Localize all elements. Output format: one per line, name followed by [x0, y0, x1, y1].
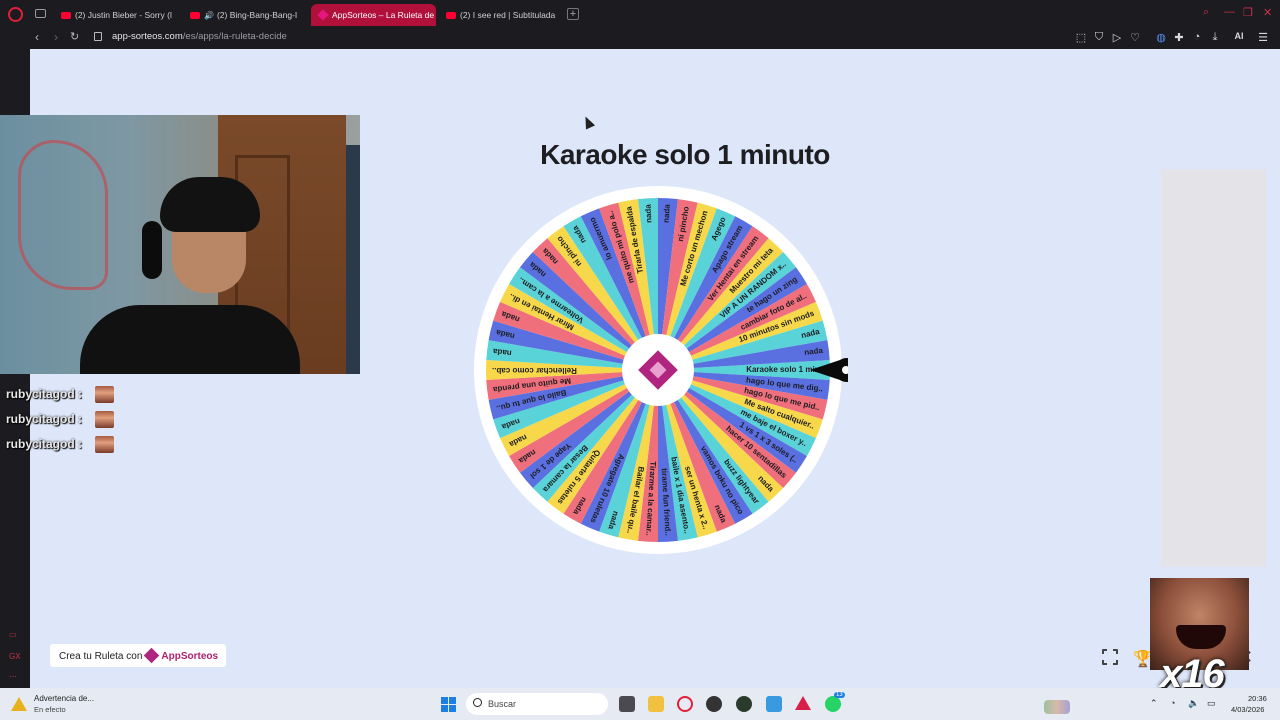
wheel-segment-label: nada — [643, 203, 653, 223]
warning-icon[interactable] — [11, 697, 27, 711]
warning-title[interactable]: Advertencia de... — [34, 694, 94, 703]
tab-label: AppSorteos – La Ruleta de — [332, 10, 435, 20]
minimize-icon[interactable]: — — [1224, 6, 1235, 18]
youtube-icon — [190, 12, 200, 19]
tab-label: (2) Bing-Bang-Bang-I — [216, 10, 298, 20]
wall-drawing — [18, 140, 108, 290]
heart-icon[interactable]: ♡ — [1128, 31, 1142, 44]
speaker-icon[interactable]: 🔊 — [204, 11, 214, 20]
notepad-icon[interactable] — [766, 696, 782, 712]
chat-user: rubycitagod — [6, 437, 75, 451]
forward-icon[interactable]: › — [54, 30, 58, 44]
search-tabs-icon[interactable]: ⌕ — [1203, 6, 1209, 19]
close-window-icon[interactable]: ✕ — [1263, 6, 1272, 19]
ad-placeholder — [1161, 169, 1266, 567]
wheel-segment-label: nada — [662, 203, 672, 223]
address-bar: ‹ › ↻ app-sorteos.com/es/apps/la-ruleta-… — [0, 28, 1280, 48]
tab-appsorteos[interactable]: AppSorteos – La Ruleta de — [311, 4, 436, 26]
url-field[interactable]: app-sorteos.com/es/apps/la-ruleta-decide — [112, 31, 287, 42]
webcam-overlay — [0, 115, 360, 374]
chat-emote-icon — [95, 411, 114, 428]
streamer-body — [80, 305, 300, 374]
youtube-icon — [446, 12, 456, 19]
search-icon — [473, 698, 482, 707]
obs-icon[interactable] — [706, 696, 722, 712]
back-icon[interactable]: ‹ — [35, 30, 39, 44]
lock-icon[interactable] — [94, 32, 102, 41]
chat-emote-icon — [95, 386, 114, 403]
extensions-icon[interactable]: ✚ — [1172, 31, 1186, 44]
profile-icon[interactable]: ◔ — [1190, 31, 1204, 43]
volume-icon[interactable]: 🔈 — [1188, 698, 1199, 709]
url-path: /es/apps/la-ruleta-decide — [182, 31, 287, 42]
brand-label: AppSorteos — [161, 651, 219, 662]
workspaces-icon[interactable] — [35, 9, 46, 18]
headphones — [142, 221, 162, 279]
ai-label: AI — [1234, 31, 1244, 41]
tab-label: (2) I see red | Subtitulada — [460, 10, 556, 20]
sidebar-pinboard-icon[interactable]: ▭ — [9, 630, 17, 639]
shield-icon[interactable]: ⛉ — [1092, 31, 1106, 44]
url-host: app-sorteos.com — [112, 31, 183, 42]
sidebar-gx-icon[interactable]: GX — [9, 652, 21, 661]
whatsapp-badge: 13 — [834, 692, 845, 698]
chat-user: rubycitagod — [6, 387, 75, 401]
chat-separator: : — [78, 437, 83, 451]
menu-icon[interactable]: ☰ — [1256, 31, 1270, 44]
search-highlight-image — [1044, 700, 1070, 714]
shelf-side — [346, 145, 360, 374]
opera-gx-icon[interactable] — [677, 696, 693, 712]
vpn-icon[interactable]: ◍ — [1154, 31, 1168, 44]
reload-icon[interactable]: ↻ — [70, 30, 79, 43]
sidebar-more-icon[interactable]: ⋯ — [9, 672, 17, 681]
battery-icon[interactable]: ▭ — [1207, 698, 1216, 709]
fullscreen-icon[interactable] — [1101, 648, 1119, 666]
create-label: Crea tu Ruleta con — [59, 651, 143, 662]
wheel-segment-label: Rellenchar como cab.. — [492, 366, 577, 375]
tab-justin-bieber[interactable]: (2) Justin Bieber - Sorry (l — [53, 4, 181, 26]
tab-label: (2) Justin Bieber - Sorry (l — [75, 10, 172, 20]
start-windows-icon[interactable] — [441, 697, 456, 712]
chat-separator: : — [78, 387, 83, 401]
chat-emote-icon — [95, 436, 114, 453]
wifi-icon[interactable]: ◔ — [1170, 698, 1175, 708]
appsorteos-favicon-icon — [317, 9, 329, 21]
browser-tab-bar: (2) Justin Bieber - Sorry (l 🔊 (2) Bing-B… — [0, 0, 1280, 28]
chat-user: rubycitagod — [6, 412, 75, 426]
chat-message: rubycitagod : — [6, 437, 82, 451]
maximize-icon[interactable]: ❐ — [1243, 6, 1253, 19]
wheel-title: Karaoke solo 1 minuto — [540, 139, 830, 170]
tab-i-see-red[interactable]: (2) I see red | Subtitulada — [438, 4, 560, 26]
search-placeholder: Buscar — [488, 699, 517, 709]
streamer-hair — [160, 177, 260, 232]
player-icon[interactable]: ▷ — [1110, 31, 1124, 44]
create-roulette-button[interactable]: Crea tu Ruleta con AppSorteos — [50, 644, 226, 667]
clock-date[interactable]: 4/03/2026 — [1231, 705, 1264, 714]
xbox-icon[interactable] — [736, 696, 752, 712]
tray-chevron-icon[interactable]: ⌃ — [1150, 698, 1158, 709]
windows-taskbar: Advertencia de... En efecto Buscar 13 ⌃ … — [0, 688, 1280, 720]
chat-message: rubycitagod : — [6, 412, 82, 426]
snapshot-icon[interactable]: ⬚ — [1074, 31, 1088, 44]
whatsapp-icon[interactable] — [825, 696, 841, 712]
file-explorer-icon[interactable] — [648, 696, 664, 712]
ai-button[interactable]: AI — [1228, 31, 1250, 41]
opera-logo-icon[interactable] — [8, 7, 23, 22]
chat-separator: : — [78, 412, 83, 426]
youtube-icon — [61, 12, 71, 19]
tab-bing-bang[interactable]: 🔊 (2) Bing-Bang-Bang-I — [182, 4, 304, 26]
adobe-icon[interactable] — [795, 696, 811, 710]
task-view-icon[interactable] — [619, 696, 635, 712]
mouse-cursor-icon — [580, 114, 596, 130]
taskbar-search[interactable]: Buscar — [466, 693, 1070, 715]
roulette-wheel[interactable]: Karaoke solo 1 min..hago lo que me dig..… — [468, 183, 848, 563]
download-icon[interactable]: ⤓ — [1208, 31, 1222, 44]
clock-time[interactable]: 20:36 — [1248, 694, 1267, 703]
appsorteos-logo-icon — [144, 647, 160, 664]
warning-subtitle: En efecto — [34, 705, 66, 714]
chat-message: rubycitagod : — [6, 387, 82, 401]
new-tab-button[interactable]: + — [567, 8, 579, 20]
